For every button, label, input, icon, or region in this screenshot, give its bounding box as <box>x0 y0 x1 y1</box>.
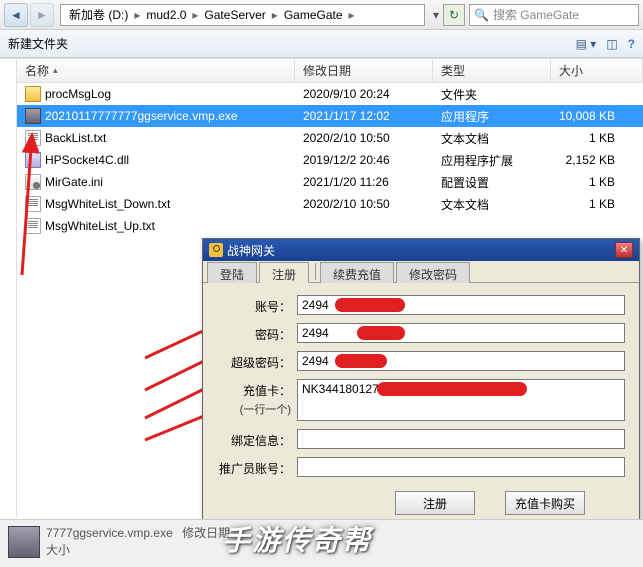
txt-icon <box>25 196 41 212</box>
col-type-header[interactable]: 类型 <box>433 59 551 82</box>
file-type: 应用程序扩展 <box>433 152 551 169</box>
col-name-header[interactable]: 名称▴ <box>17 59 295 82</box>
file-type: 配置设置 <box>433 174 551 191</box>
register-button[interactable]: 注册 <box>395 491 475 515</box>
search-placeholder: 搜索 GameGate <box>493 6 579 23</box>
breadcrumb[interactable]: 新加卷 (D:)▸ mud2.0▸ GateServer▸ GameGate▸ <box>60 4 425 26</box>
file-name: procMsgLog <box>45 87 111 101</box>
status-size-label: 大小 <box>46 543 70 557</box>
tab-recharge[interactable]: 续费充值 <box>320 262 394 283</box>
view-options-button[interactable]: ▤ ▾ <box>576 37 597 51</box>
dialog-tabs: 登陆 注册 续费充值 修改密码 <box>203 261 639 283</box>
file-date: 2021/1/17 12:02 <box>295 109 433 123</box>
exe-icon <box>25 108 41 124</box>
new-folder-button[interactable]: 新建文件夹 <box>8 35 68 52</box>
file-type: 文本文档 <box>433 130 551 147</box>
search-input[interactable]: 🔍 搜索 GameGate <box>469 4 639 26</box>
search-icon: 🔍 <box>474 8 489 22</box>
column-headers: 名称▴ 修改日期 类型 大小 <box>17 59 643 83</box>
file-type-icon <box>8 526 40 558</box>
file-row[interactable]: MirGate.ini 2021/1/20 11:26配置设置1 KB <box>17 171 643 193</box>
file-type: 应用程序 <box>433 108 551 125</box>
account-label: 账号： <box>217 295 297 315</box>
file-row[interactable]: procMsgLog 2020/9/10 20:24文件夹 <box>17 83 643 105</box>
password-label: 密码： <box>217 323 297 343</box>
status-bar: 7777ggservice.vmp.exe 修改日期 大小 <box>0 519 643 567</box>
file-row[interactable]: MsgWhiteList_Down.txt 2020/2/10 10:50文本文档… <box>17 193 643 215</box>
file-size: 1 KB <box>551 175 643 189</box>
gateway-dialog: 战神网关 ✕ 登陆 注册 续费充值 修改密码 账号： 密码： 超级密码： 充值卡… <box>202 238 640 564</box>
file-row[interactable]: BackList.txt 2020/2/10 10:50文本文档1 KB <box>17 127 643 149</box>
dialog-titlebar[interactable]: 战神网关 ✕ <box>203 239 639 261</box>
tab-login[interactable]: 登陆 <box>207 262 257 283</box>
crumb-1[interactable]: mud2.0 <box>142 8 190 22</box>
status-date-label: 修改日期 <box>182 526 230 540</box>
file-date: 2019/12/2 20:46 <box>295 153 433 167</box>
register-form: 账号： 密码： 超级密码： 充值卡： (一行一个) 绑定信息： 推 <box>203 283 639 527</box>
file-size: 10,008 KB <box>551 109 643 123</box>
txt-icon <box>25 130 41 146</box>
file-type: 文件夹 <box>433 86 551 103</box>
key-icon <box>209 243 223 257</box>
ini-icon <box>25 174 41 190</box>
status-filename: 7777ggservice.vmp.exe <box>46 526 173 540</box>
file-name: BackList.txt <box>45 131 106 145</box>
file-name: MsgWhiteList_Down.txt <box>45 197 170 211</box>
card-label: 充值卡： (一行一个) <box>217 379 297 417</box>
file-name: 20210117777777ggservice.vmp.exe <box>45 109 238 123</box>
crumb-3[interactable]: GameGate <box>280 8 347 22</box>
close-icon[interactable]: ✕ <box>615 242 633 258</box>
col-size-header[interactable]: 大小 <box>551 59 643 82</box>
txt-icon <box>25 218 41 234</box>
help-button[interactable]: ? <box>628 37 635 51</box>
nav-back-button[interactable]: ◄ <box>4 3 28 27</box>
promoter-label: 推广员账号： <box>217 457 297 477</box>
tree-gutter <box>0 59 17 518</box>
address-toolbar: ◄ ► 新加卷 (D:)▸ mud2.0▸ GateServer▸ GameGa… <box>0 0 643 30</box>
preview-pane-button[interactable]: ◫ <box>606 37 617 51</box>
col-date-header[interactable]: 修改日期 <box>295 59 433 82</box>
refresh-button[interactable]: ↻ <box>443 4 465 26</box>
superpw-label: 超级密码： <box>217 351 297 371</box>
bindinfo-label: 绑定信息： <box>217 429 297 449</box>
breadcrumb-dropdown[interactable]: ▾ <box>429 8 443 22</box>
file-size: 1 KB <box>551 131 643 145</box>
file-date: 2020/2/10 10:50 <box>295 197 433 211</box>
file-size: 2,152 KB <box>551 153 643 167</box>
nav-forward-button[interactable]: ► <box>30 3 54 27</box>
promoter-field[interactable] <box>297 457 625 477</box>
tab-changepw[interactable]: 修改密码 <box>396 262 470 283</box>
buy-card-button[interactable]: 充值卡购买 <box>505 491 585 515</box>
file-date: 2020/2/10 10:50 <box>295 131 433 145</box>
file-row[interactable]: 20210117777777ggservice.vmp.exe 2021/1/17… <box>17 105 643 127</box>
file-date: 2020/9/10 20:24 <box>295 87 433 101</box>
file-date: 2021/1/20 11:26 <box>295 175 433 189</box>
file-type: 文本文档 <box>433 196 551 213</box>
password-field[interactable] <box>297 323 625 343</box>
dialog-title: 战神网关 <box>227 242 275 259</box>
file-row[interactable]: HPSocket4C.dll 2019/12/2 20:46应用程序扩展2,152… <box>17 149 643 171</box>
folder-icon <box>25 86 41 102</box>
command-bar: 新建文件夹 ▤ ▾ ◫ ? <box>0 30 643 58</box>
file-name: MirGate.ini <box>45 175 103 189</box>
file-name: MsgWhiteList_Up.txt <box>45 219 155 233</box>
crumb-drive[interactable]: 新加卷 (D:) <box>65 6 132 23</box>
sort-indicator-icon: ▴ <box>53 65 58 76</box>
file-name: HPSocket4C.dll <box>45 153 129 167</box>
dll-icon <box>25 152 41 168</box>
file-size: 1 KB <box>551 197 643 211</box>
crumb-2[interactable]: GateServer <box>200 8 269 22</box>
bindinfo-field[interactable] <box>297 429 625 449</box>
file-row[interactable]: MsgWhiteList_Up.txt <box>17 215 643 237</box>
tab-register[interactable]: 注册 <box>259 262 309 283</box>
